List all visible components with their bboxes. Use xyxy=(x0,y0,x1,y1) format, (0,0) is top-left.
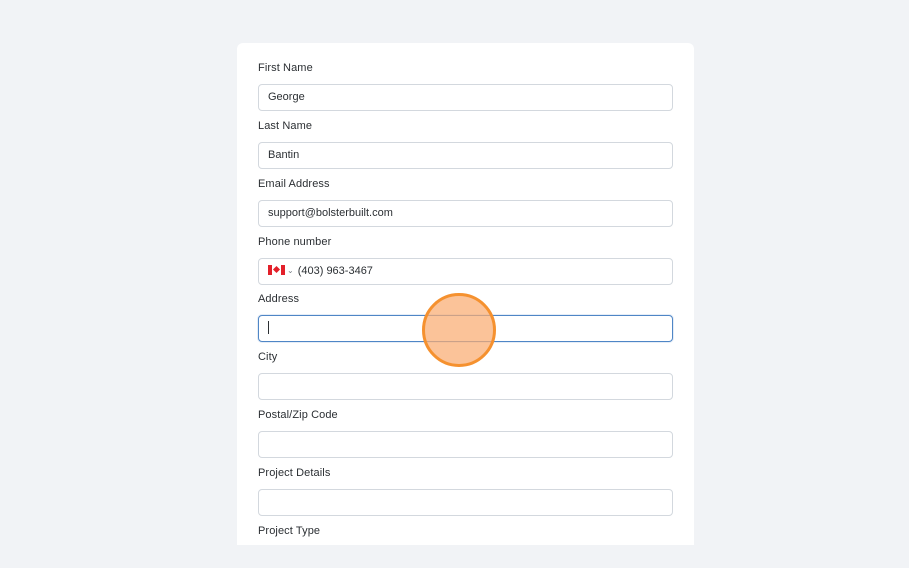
project-details-field[interactable] xyxy=(258,489,673,516)
phone-label: Phone number xyxy=(258,236,332,248)
phone-number-value: (403) 963-3467 xyxy=(297,265,373,277)
last-name-label: Last Name xyxy=(258,120,313,132)
phone-field[interactable]: ⌄ (403) 963-3467 xyxy=(258,258,673,285)
last-name-group: Last Name Bantin xyxy=(258,119,673,169)
last-name-field[interactable]: Bantin xyxy=(258,142,673,169)
project-details-label: Project Details xyxy=(258,467,331,479)
email-label: Email Address xyxy=(258,178,330,190)
city-field[interactable] xyxy=(258,373,673,400)
project-type-group: Project Type xyxy=(258,524,673,538)
email-group: Email Address support@bolsterbuilt.com xyxy=(258,177,673,227)
email-field[interactable]: support@bolsterbuilt.com xyxy=(258,200,673,227)
postal-code-label: Postal/Zip Code xyxy=(258,409,338,421)
postal-code-group: Postal/Zip Code xyxy=(258,408,673,458)
first-name-group: First Name George xyxy=(258,61,673,111)
page-background: First Name George Last Name Bantin Email… xyxy=(0,0,909,568)
first-name-field[interactable]: George xyxy=(258,84,673,111)
chevron-down-icon[interactable]: ⌄ xyxy=(287,259,294,283)
canada-flag-icon[interactable] xyxy=(268,265,285,276)
text-caret xyxy=(268,320,269,334)
first-name-label: First Name xyxy=(258,62,313,74)
project-details-group: Project Details xyxy=(258,466,673,516)
phone-group: Phone number ⌄ (403) 963-3467 xyxy=(258,235,673,285)
click-indicator xyxy=(422,293,496,367)
postal-code-field[interactable] xyxy=(258,431,673,458)
project-type-label: Project Type xyxy=(258,525,321,537)
